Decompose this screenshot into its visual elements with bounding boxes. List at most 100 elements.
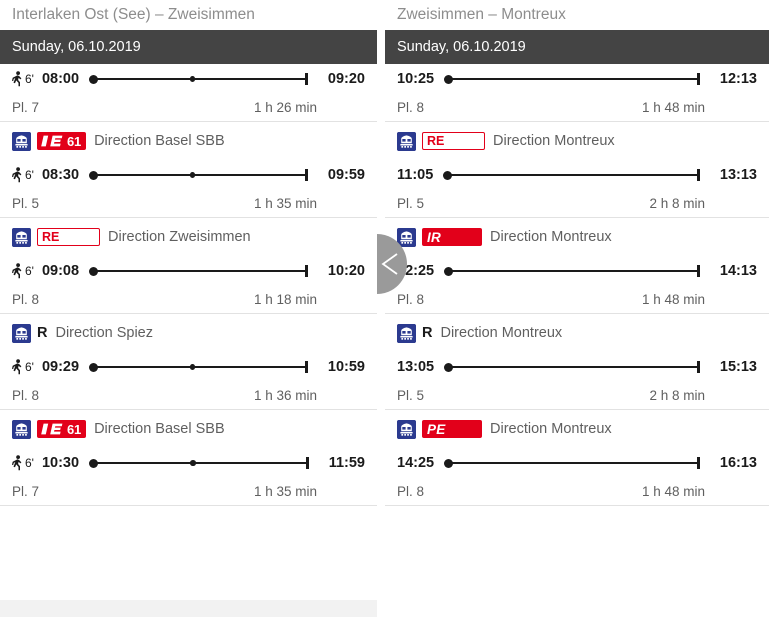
timeline-bar — [448, 77, 697, 80]
duration-label: 1 h 18 min — [253, 291, 317, 307]
train-icon-glyph — [397, 131, 416, 151]
timeline-start-dot — [89, 170, 99, 180]
connection-row[interactable]: IR Direction Montreux 12:25 14:13 Pl. 8 1 h 4… — [385, 218, 769, 314]
train-icon — [12, 227, 31, 247]
product-badge-re: RE — [422, 132, 485, 150]
duration-label: 1 h 36 min — [253, 387, 317, 403]
train-icon-glyph — [12, 419, 31, 439]
departure-time: 08:30 — [41, 166, 80, 183]
meta-row: Pl. 7 1 h 26 min — [12, 93, 365, 121]
time-row: 10:25 12:13 — [397, 64, 757, 93]
journey-timeline — [89, 69, 308, 89]
train-icon — [397, 131, 416, 151]
product-badge-number: 61 — [67, 133, 82, 149]
product-row: R Direction Montreux — [397, 314, 757, 352]
time-row: 6' 08:30 09:59 — [12, 160, 365, 189]
time-row: 6' 09:08 10:20 — [12, 256, 365, 285]
direction-label: Direction Montreux — [490, 229, 612, 245]
departure-time: 08:00 — [41, 70, 80, 87]
walk-transfer-indicator: 6' — [12, 70, 38, 87]
station-title-right: Zweisimmen – Montreux — [385, 0, 769, 30]
timeline-end-marker — [305, 360, 308, 373]
arrival-time: 16:13 — [719, 454, 757, 471]
time-row: 6' 09:29 10:59 — [12, 352, 365, 381]
meta-row: Pl. 5 1 h 35 min — [12, 189, 365, 217]
chevron-left-icon — [381, 253, 398, 275]
duration-label: 2 h 8 min — [649, 387, 705, 403]
connection-row[interactable]: RE Direction Zweisimmen 6' 09:08 10:20 Pl. 8 1… — [0, 218, 377, 314]
walk-transfer-indicator: 6' — [12, 166, 38, 183]
train-icon-glyph — [397, 323, 416, 343]
train-icon — [397, 323, 416, 343]
walk-minutes: 6' — [25, 71, 34, 86]
meta-row: Pl. 8 1 h 48 min — [397, 285, 757, 313]
timeline-start-dot — [89, 458, 99, 468]
arrival-time: 14:13 — [719, 262, 757, 279]
platform-label: Pl. 7 — [12, 99, 40, 115]
walk-transfer-indicator: 6' — [12, 358, 38, 375]
timeline-bar — [447, 173, 697, 176]
platform-label: Pl. 8 — [12, 387, 40, 403]
direction-label: Direction Zweisimmen — [108, 229, 251, 245]
connection-row[interactable]: R Direction Spiez 6' 09:29 10:59 Pl. 8 1 h 36 … — [0, 314, 377, 410]
column-right: Zweisimmen – Montreux Sunday, 06.10.2019 1… — [385, 0, 769, 617]
product-row: R Direction Spiez — [12, 314, 365, 352]
timeline-start-dot — [444, 458, 454, 468]
column-left: Interlaken Ost (See) – Zweisimmen Sunday,… — [0, 0, 377, 617]
meta-row: Pl. 7 1 h 35 min — [12, 477, 365, 505]
timeline-end-marker — [306, 456, 309, 469]
departure-time: 14:25 — [397, 454, 435, 471]
arrival-time: 12:13 — [719, 70, 757, 87]
journey-timeline — [89, 357, 308, 377]
timeline-bar — [448, 365, 697, 368]
duration-label: 1 h 35 min — [253, 195, 317, 211]
departure-time: 10:30 — [41, 454, 80, 471]
direction-label: Direction Basel SBB — [94, 421, 225, 437]
journey-timeline — [89, 165, 308, 185]
walk-minutes: 6' — [25, 359, 34, 374]
connection-row[interactable]: 61 Direction Basel SBB 6' 10:30 11:59 Pl. 7 1 … — [0, 410, 377, 506]
timeline-end-marker — [697, 168, 700, 181]
product-badge-label: PE — [427, 421, 446, 437]
connection-row[interactable]: R Direction Montreux 13:05 15:13 Pl. 5 2 h 8 … — [385, 314, 769, 410]
connection-row[interactable]: 10:25 12:13 Pl. 8 1 h 48 min — [385, 64, 769, 122]
connection-row[interactable]: PE Direction Montreux 14:25 16:13 Pl. 8 1 h 4… — [385, 410, 769, 506]
arrival-time: 15:13 — [719, 358, 757, 375]
product-badge-number: 61 — [67, 421, 82, 437]
platform-label: Pl. 5 — [397, 195, 425, 211]
timeline-transfer-dot — [190, 460, 196, 466]
journey-timeline — [89, 453, 309, 473]
direction-label: Direction Montreux — [490, 421, 612, 437]
timeline-bar — [93, 173, 305, 176]
timeline-end-marker — [305, 72, 308, 85]
direction-label: Direction Spiez — [55, 325, 153, 341]
timeline-transfer-dot — [189, 172, 196, 178]
train-icon — [12, 419, 31, 439]
timeline-start-dot — [89, 362, 99, 372]
connection-row[interactable]: 6' 08:00 09:20 Pl. 7 1 h 26 min — [0, 64, 377, 122]
connection-list-right: 10:25 12:13 Pl. 8 1 h 48 min RE Direction Mon… — [385, 64, 769, 506]
train-icon-glyph — [397, 419, 416, 439]
walking-person-icon — [12, 166, 22, 182]
connection-row[interactable]: RE Direction Montreux 11:05 13:13 Pl. 5 2 h 8… — [385, 122, 769, 218]
timeline-end-marker — [305, 168, 308, 181]
meta-row: Pl. 5 2 h 8 min — [397, 381, 757, 409]
timeline-end-marker — [305, 264, 308, 277]
platform-label: Pl. 8 — [12, 291, 40, 307]
product-badge-ic: 61 — [37, 132, 87, 150]
direction-label: Direction Montreux — [440, 325, 563, 341]
journey-timeline — [444, 261, 700, 281]
arrival-time: 09:59 — [327, 166, 365, 183]
timeline-transfer-dot — [189, 364, 196, 370]
platform-label: Pl. 8 — [397, 99, 425, 115]
timeline-end-marker — [697, 72, 700, 85]
ic-logo-icon — [41, 423, 63, 435]
timeline-start-dot — [444, 74, 454, 84]
timeline-start-dot — [444, 266, 454, 276]
product-badge-r: R — [37, 324, 47, 342]
connection-row[interactable]: 61 Direction Basel SBB 6' 08:30 09:59 Pl. 5 1 … — [0, 122, 377, 218]
arrival-time: 13:13 — [719, 166, 757, 183]
product-row: 61 Direction Basel SBB — [12, 122, 365, 160]
walk-minutes: 6' — [25, 263, 34, 278]
column-divider — [377, 0, 385, 617]
